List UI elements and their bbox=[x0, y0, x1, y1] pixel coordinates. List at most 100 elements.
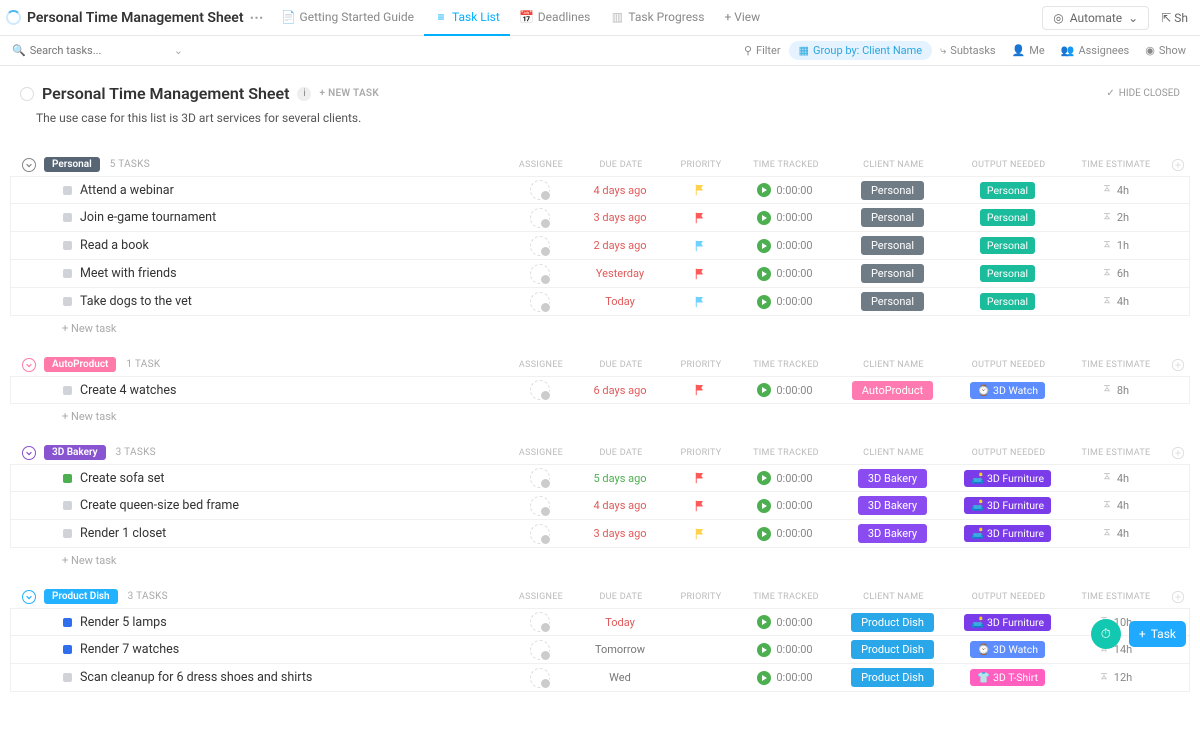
new-task-header-button[interactable]: + NEW TASK bbox=[319, 88, 379, 99]
col-priority[interactable]: PRIORITY bbox=[666, 160, 736, 170]
client-cell[interactable]: Personal bbox=[835, 264, 950, 283]
priority-cell[interactable] bbox=[665, 296, 735, 308]
play-icon[interactable] bbox=[757, 239, 771, 253]
col-client-name[interactable]: CLIENT NAME bbox=[836, 160, 951, 170]
play-icon[interactable] bbox=[757, 183, 771, 197]
client-cell[interactable]: Product Dish bbox=[835, 640, 950, 659]
due-date-cell[interactable]: Tomorrow bbox=[575, 643, 665, 656]
assignee-cell[interactable] bbox=[505, 180, 575, 200]
col-output-needed[interactable]: OUTPUT NEEDED bbox=[951, 448, 1066, 458]
time-tracked-cell[interactable]: 0:00:00 bbox=[735, 239, 835, 253]
estimate-cell[interactable]: 4h bbox=[1065, 295, 1165, 308]
status-square[interactable] bbox=[63, 529, 72, 538]
subtasks-button[interactable]: ⤷Subtasks bbox=[932, 41, 1003, 61]
col-assignee[interactable]: ASSIGNEE bbox=[506, 160, 576, 170]
assignee-cell[interactable] bbox=[505, 292, 575, 312]
due-date-cell[interactable]: 4 days ago bbox=[575, 184, 665, 197]
search-wrap[interactable]: 🔍 ⌄ bbox=[6, 42, 166, 59]
priority-cell[interactable] bbox=[665, 240, 735, 252]
filter-button[interactable]: ⚲Filter bbox=[736, 41, 789, 60]
priority-cell[interactable] bbox=[665, 212, 735, 224]
due-date-cell[interactable]: Today bbox=[575, 616, 665, 629]
due-date-cell[interactable]: 5 days ago bbox=[575, 472, 665, 485]
estimate-cell[interactable]: 1h bbox=[1065, 239, 1165, 252]
col-assignee[interactable]: ASSIGNEE bbox=[506, 592, 576, 602]
client-cell[interactable]: Product Dish bbox=[835, 668, 950, 687]
client-cell[interactable]: Personal bbox=[835, 181, 950, 200]
sheet-title[interactable]: Personal Time Management Sheet ⋯ bbox=[6, 10, 272, 26]
output-cell[interactable]: Personal bbox=[950, 182, 1065, 199]
priority-cell[interactable] bbox=[665, 528, 735, 540]
status-square[interactable] bbox=[63, 645, 72, 654]
assignee-cell[interactable] bbox=[505, 468, 575, 488]
play-icon[interactable] bbox=[757, 499, 771, 513]
group-badge[interactable]: Product Dish bbox=[44, 589, 118, 604]
time-tracked-cell[interactable]: 0:00:00 bbox=[735, 527, 835, 541]
due-date-cell[interactable]: Yesterday bbox=[575, 267, 665, 280]
output-cell[interactable]: 🛋️3D Furniture bbox=[950, 525, 1065, 542]
col-due-date[interactable]: DUE DATE bbox=[576, 592, 666, 602]
estimate-cell[interactable]: 4h bbox=[1065, 527, 1165, 540]
priority-cell[interactable] bbox=[665, 268, 735, 280]
tab-task-progress[interactable]: ▥Task Progress bbox=[600, 0, 714, 36]
assignee-cell[interactable] bbox=[505, 496, 575, 516]
me-button[interactable]: 👤Me bbox=[1004, 41, 1053, 60]
time-tracked-cell[interactable]: 0:00:00 bbox=[735, 643, 835, 657]
time-tracked-cell[interactable]: 0:00:00 bbox=[735, 295, 835, 309]
due-date-cell[interactable]: 3 days ago bbox=[575, 211, 665, 224]
assignee-cell[interactable] bbox=[505, 264, 575, 284]
new-task-row[interactable]: + New task bbox=[10, 316, 1190, 335]
new-task-row[interactable]: + New task bbox=[10, 548, 1190, 567]
due-date-cell[interactable]: 4 days ago bbox=[575, 499, 665, 512]
assignee-cell[interactable] bbox=[505, 380, 575, 400]
status-square[interactable] bbox=[63, 297, 72, 306]
add-column-button[interactable] bbox=[1166, 158, 1190, 172]
assignee-cell[interactable] bbox=[505, 668, 575, 688]
task-row[interactable]: Meet with friends Yesterday 0:00:00 Pers… bbox=[10, 260, 1190, 288]
group-toggle[interactable] bbox=[22, 358, 36, 372]
due-date-cell[interactable]: 3 days ago bbox=[575, 527, 665, 540]
status-square[interactable] bbox=[63, 269, 72, 278]
task-row[interactable]: Create sofa set 5 days ago 0:00:00 3D Ba… bbox=[10, 464, 1190, 492]
col-due-date[interactable]: DUE DATE bbox=[576, 160, 666, 170]
time-tracked-cell[interactable]: 0:00:00 bbox=[735, 183, 835, 197]
groupby-button[interactable]: ▦Group by: Client Name bbox=[789, 41, 933, 60]
col-time-tracked[interactable]: TIME TRACKED bbox=[736, 360, 836, 370]
add-view-button[interactable]: + View bbox=[714, 0, 770, 36]
output-cell[interactable]: ⌚3D Watch bbox=[950, 641, 1065, 658]
time-tracked-cell[interactable]: 0:00:00 bbox=[735, 471, 835, 485]
col-time-tracked[interactable]: TIME TRACKED bbox=[736, 592, 836, 602]
output-cell[interactable]: Personal bbox=[950, 293, 1065, 310]
col-time-estimate[interactable]: TIME ESTIMATE bbox=[1066, 360, 1166, 370]
tab-deadlines[interactable]: 📅Deadlines bbox=[510, 0, 601, 36]
chevron-down-icon[interactable]: ⌄ bbox=[174, 44, 183, 57]
task-row[interactable]: Scan cleanup for 6 dress shoes and shirt… bbox=[10, 664, 1190, 692]
new-task-row[interactable]: + New task bbox=[10, 404, 1190, 423]
priority-cell[interactable] bbox=[665, 472, 735, 484]
assignees-button[interactable]: 👥Assignees bbox=[1053, 41, 1138, 60]
col-due-date[interactable]: DUE DATE bbox=[576, 360, 666, 370]
time-tracked-cell[interactable]: 0:00:00 bbox=[735, 615, 835, 629]
task-row[interactable]: Render 5 lamps Today 0:00:00 Product Dis… bbox=[10, 608, 1190, 636]
task-row[interactable]: Read a book 2 days ago 0:00:00 Personal … bbox=[10, 232, 1190, 260]
group-toggle[interactable] bbox=[22, 446, 36, 460]
status-square[interactable] bbox=[63, 241, 72, 250]
client-cell[interactable]: 3D Bakery bbox=[835, 524, 950, 543]
col-client-name[interactable]: CLIENT NAME bbox=[836, 448, 951, 458]
col-time-estimate[interactable]: TIME ESTIMATE bbox=[1066, 160, 1166, 170]
estimate-cell[interactable]: 4h bbox=[1065, 472, 1165, 485]
play-icon[interactable] bbox=[757, 267, 771, 281]
play-icon[interactable] bbox=[757, 615, 771, 629]
col-time-tracked[interactable]: TIME TRACKED bbox=[736, 448, 836, 458]
play-icon[interactable] bbox=[757, 383, 771, 397]
time-tracked-cell[interactable]: 0:00:00 bbox=[735, 499, 835, 513]
client-cell[interactable]: 3D Bakery bbox=[835, 469, 950, 488]
due-date-cell[interactable]: Wed bbox=[575, 671, 665, 684]
add-column-button[interactable] bbox=[1166, 358, 1190, 372]
play-icon[interactable] bbox=[757, 643, 771, 657]
estimate-cell[interactable]: 4h bbox=[1065, 184, 1165, 197]
client-cell[interactable]: Personal bbox=[835, 236, 950, 255]
col-time-estimate[interactable]: TIME ESTIMATE bbox=[1066, 448, 1166, 458]
col-due-date[interactable]: DUE DATE bbox=[576, 448, 666, 458]
status-square[interactable] bbox=[63, 474, 72, 483]
